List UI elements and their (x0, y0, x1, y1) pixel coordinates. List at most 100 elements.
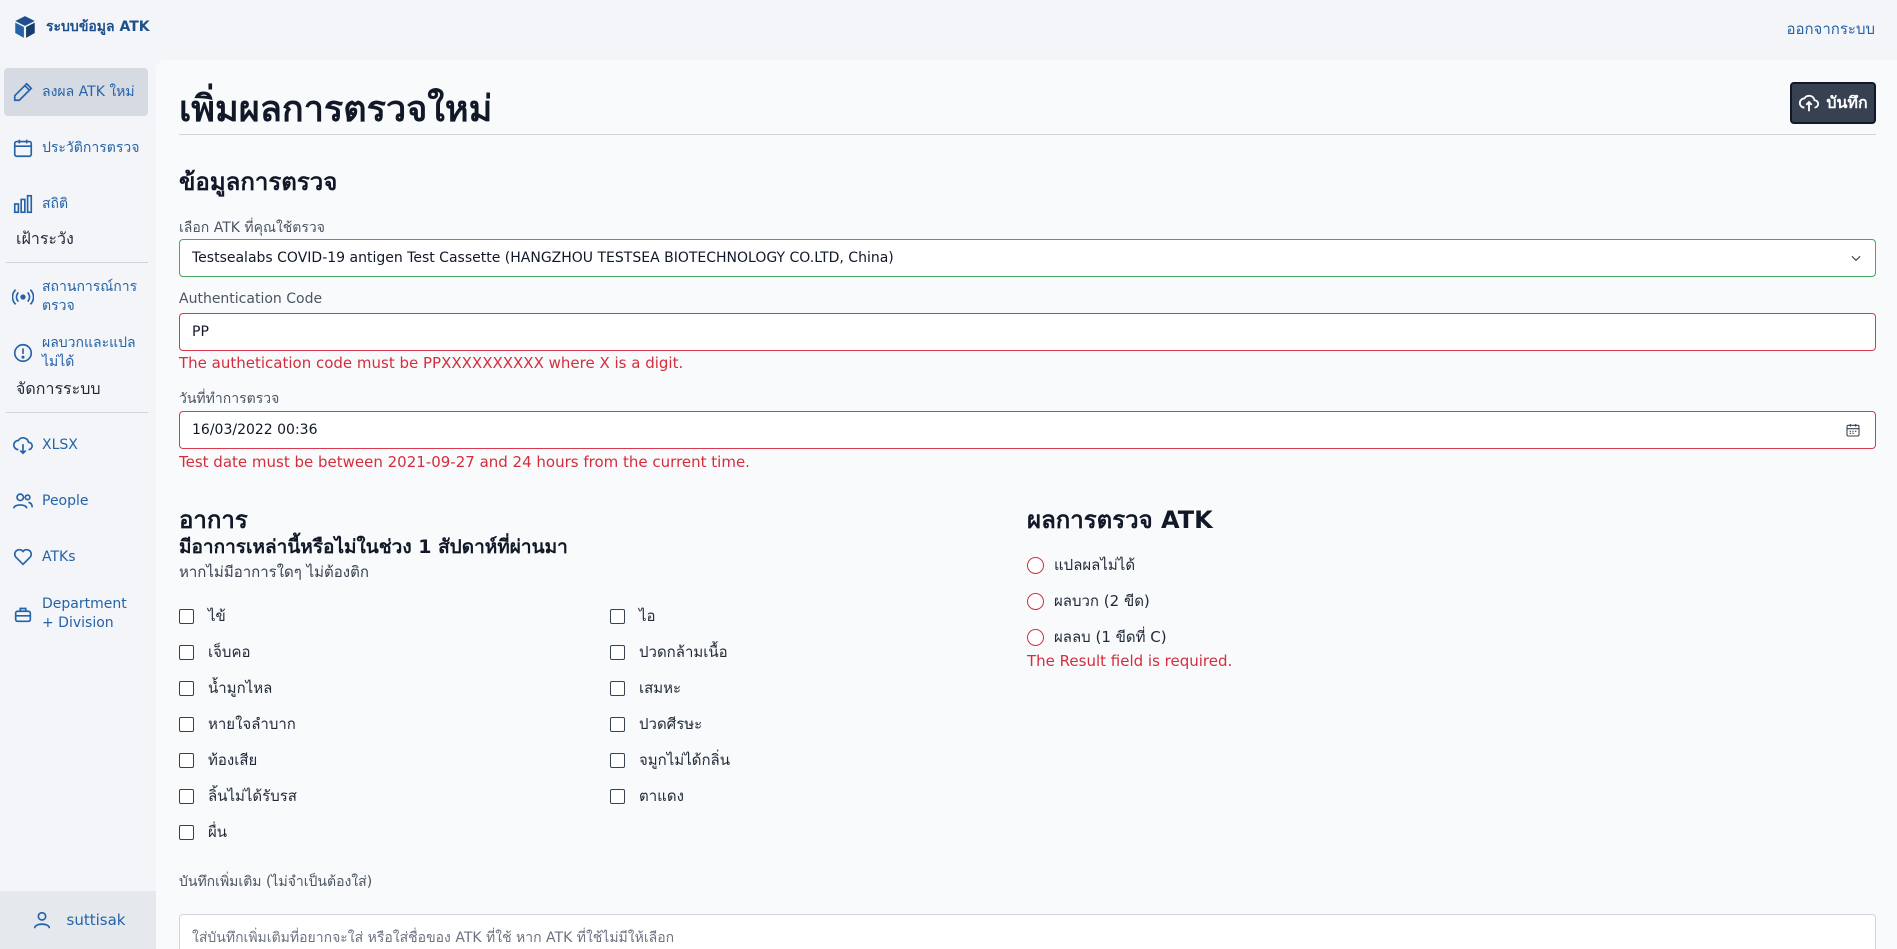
symptom-label: น้ำมูกไหล (208, 679, 273, 697)
radio-circle[interactable] (1027, 592, 1044, 610)
result-radio-positive[interactable]: ผลบวก (2 ขีด) (1027, 589, 1150, 613)
symptom-checkbox[interactable]: ตาแดง (610, 784, 684, 808)
sidebar: ลงผล ATK ใหม่ ประวัติการตรวจ สถิติ เฝ้าร… (0, 54, 156, 949)
sidebar-item-label: สถิติ (42, 195, 69, 212)
symptom-label: ปวดกล้ามเนื้อ (639, 643, 728, 661)
test-date-input[interactable]: 16/03/2022 00:36 (179, 411, 1876, 449)
checkbox-box[interactable] (179, 716, 194, 732)
checkbox-box[interactable] (610, 644, 625, 660)
result-option-label: ผลบวก (2 ขีด) (1054, 592, 1150, 610)
sidebar-item-label: Department + Division (42, 596, 127, 631)
users-icon (13, 493, 33, 509)
notes-textarea[interactable]: ใส่บันทึกเพิ่มเติมที่อยากจะใส่ หรือใส่ชื… (179, 914, 1876, 949)
sidebar-item-label: People (42, 492, 89, 509)
checkbox-box[interactable] (179, 824, 194, 840)
checkbox-box[interactable] (610, 716, 625, 732)
symptom-label: ท้องเสีย (208, 751, 258, 769)
symptom-checkbox[interactable]: จมูกไม่ได้กลิ่น (610, 748, 730, 772)
symptom-checkbox[interactable]: หายใจลำบาก (179, 712, 296, 736)
symptom-checkbox[interactable]: ไข้ (179, 604, 226, 628)
test-date-error: Test date must be between 2021-09-27 and… (179, 453, 750, 471)
checkbox-box[interactable] (179, 680, 194, 696)
symptom-checkbox[interactable]: ไอ (610, 604, 656, 628)
sidebar-item-xlsx[interactable]: XLSX (4, 425, 148, 465)
sidebar-item-situation[interactable]: สถานการณ์การตรวจ (4, 276, 148, 318)
sidebar-item-history[interactable]: ประวัติการตรวจ (4, 128, 148, 168)
username: suttisak (66, 911, 126, 929)
title-divider (179, 134, 1876, 135)
checkbox-box[interactable] (179, 752, 194, 768)
user-menu[interactable]: suttisak (0, 891, 156, 949)
auth-code-input[interactable]: PP (179, 313, 1876, 351)
app-title: ระบบข้อมูล ATK (46, 19, 150, 35)
symptom-checkbox[interactable]: ปวดศีรษะ (610, 712, 702, 736)
cloud-download-icon (13, 436, 33, 455)
symptom-label: จมูกไม่ได้กลิ่น (639, 751, 731, 769)
sidebar-divider (6, 262, 148, 263)
checkbox-box[interactable] (610, 752, 625, 768)
symptoms-subtitle: มีอาการเหล่านี้หรือไม่ในช่วง 1 สัปดาห์ที… (179, 536, 568, 558)
broadcast-icon (12, 289, 34, 305)
section-title: ข้อมูลการตรวจ (179, 168, 338, 196)
logout-link[interactable]: ออกจากระบบ (1786, 17, 1875, 41)
pencil-icon (13, 82, 33, 102)
auth-code-value: PP (192, 324, 209, 340)
symptom-checkbox[interactable]: ผื่น (179, 820, 227, 844)
sidebar-item-atks[interactable]: ATKs (4, 537, 148, 577)
sidebar-section-admin: จัดการระบบ (16, 379, 101, 398)
symptom-checkbox[interactable]: เสมหะ (610, 676, 681, 700)
symptom-label: เสมหะ (639, 679, 682, 697)
auth-code-label: Authentication Code (179, 291, 323, 307)
checkbox-box[interactable] (610, 788, 625, 804)
sidebar-item-label: ATKs (42, 548, 76, 565)
sidebar-item-stats[interactable]: สถิติ (4, 184, 148, 224)
symptom-checkbox[interactable]: ท้องเสีย (179, 748, 257, 772)
symptom-label: หายใจลำบาก (208, 715, 296, 733)
save-button[interactable]: บันทึก (1790, 82, 1876, 124)
cube-logo-icon (15, 16, 35, 38)
page-title: เพิ่มผลการตรวจใหม่ (179, 89, 493, 130)
bar-chart-icon (13, 194, 33, 214)
symptom-checkbox[interactable]: ปวดกล้ามเนื้อ (610, 640, 728, 664)
checkbox-box[interactable] (610, 608, 625, 624)
sidebar-item-department[interactable]: Department + Division (4, 592, 148, 636)
save-button-label: บันทึก (1826, 94, 1868, 112)
symptom-label: ผื่น (208, 823, 228, 841)
checkbox-box[interactable] (179, 608, 194, 624)
symptom-label: ปวดศีรษะ (639, 715, 703, 733)
atk-select[interactable]: Testsealabs COVID-19 antigen Test Casset… (179, 239, 1876, 277)
radio-circle[interactable] (1027, 628, 1044, 646)
sidebar-divider (6, 412, 148, 413)
sidebar-item-positive[interactable]: ผลบวกและแปลไม่ได้ (4, 332, 148, 374)
result-radio-negative[interactable]: ผลลบ (1 ขีดที่ C) (1027, 625, 1167, 649)
symptom-checkbox[interactable]: ลิ้นไม่ได้รับรส (179, 784, 297, 808)
briefcase-icon (14, 607, 32, 623)
symptom-label: ไอ (639, 607, 656, 625)
brand[interactable]: ระบบข้อมูล ATK (12, 14, 150, 40)
main-panel: เพิ่มผลการตรวจใหม่ บันทึก ข้อมูลการตรวจ … (156, 60, 1897, 949)
sidebar-item-new-result[interactable]: ลงผล ATK ใหม่ (4, 68, 148, 116)
auth-code-error: The authetication code must be PPXXXXXXX… (179, 354, 684, 372)
atk-select-label: เลือก ATK ที่คุณใช้ตรวจ (179, 220, 325, 236)
alert-circle-icon (13, 343, 33, 363)
result-option-label: แปลผลไม่ได้ (1054, 556, 1136, 574)
result-title: ผลการตรวจ ATK (1027, 506, 1213, 534)
result-option-label: ผลลบ (1 ขีดที่ C) (1054, 628, 1167, 646)
symptom-checkbox[interactable]: เจ็บคอ (179, 640, 250, 664)
calendar-picker-icon[interactable] (1845, 422, 1861, 438)
sidebar-item-label: ประวัติการตรวจ (42, 139, 140, 156)
radio-circle[interactable] (1027, 556, 1044, 574)
sidebar-item-people[interactable]: People (4, 481, 148, 521)
symptoms-hint: หากไม่มีอาการใดๆ ไม่ต้องติก (179, 563, 369, 581)
symptom-label: ลิ้นไม่ได้รับรส (208, 787, 297, 805)
sidebar-section-watch: เฝ้าระวัง (16, 229, 74, 248)
checkbox-box[interactable] (610, 680, 625, 696)
symptom-label: ตาแดง (639, 787, 684, 805)
calendar-icon (13, 139, 33, 158)
cloud-upload-icon (1799, 94, 1820, 112)
symptom-checkbox[interactable]: น้ำมูกไหล (179, 676, 272, 700)
checkbox-box[interactable] (179, 644, 194, 660)
checkbox-box[interactable] (179, 788, 194, 804)
sidebar-item-label: สถานการณ์การตรวจ (42, 279, 138, 314)
result-radio-inconclusive[interactable]: แปลผลไม่ได้ (1027, 553, 1135, 577)
